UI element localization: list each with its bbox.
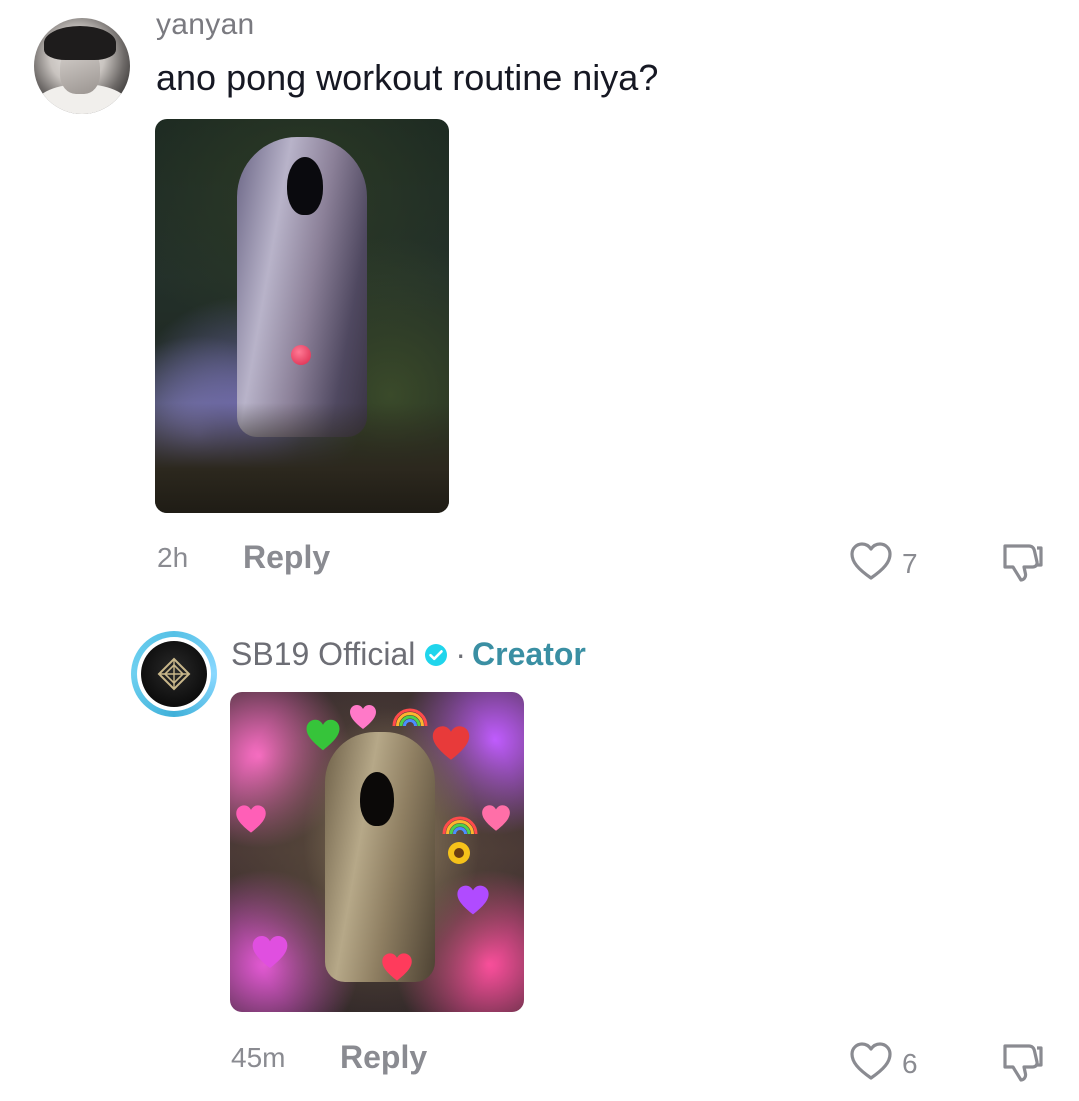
reply-image-attachment[interactable]	[230, 692, 524, 1012]
name-separator: ·	[455, 636, 467, 672]
comment-image-attachment[interactable]	[155, 119, 449, 513]
sunflower-icon	[448, 842, 470, 864]
thumbs-down-icon	[999, 544, 1047, 588]
sb19-logo-icon	[141, 641, 207, 707]
rainbow-icon	[442, 816, 478, 835]
verified-badge-icon	[423, 642, 449, 668]
purple-heart-icon	[457, 885, 489, 915]
reply-button[interactable]: Reply	[340, 1039, 427, 1076]
creator-avatar[interactable]	[131, 631, 217, 717]
creator-avatar-border	[137, 637, 211, 711]
like-button[interactable]: 6	[848, 1040, 918, 1087]
dislike-button[interactable]	[999, 540, 1047, 589]
pink-heart-icon	[350, 705, 376, 729]
comment-username[interactable]: yanyan	[156, 8, 255, 42]
comment-timestamp: 2h	[157, 542, 189, 573]
creator-username[interactable]: SB19 Official	[231, 636, 415, 673]
creator-badge: Creator	[472, 636, 586, 672]
magenta-heart-icon	[252, 936, 288, 968]
red-heart-icon	[432, 726, 470, 760]
pink-heart-icon	[236, 805, 266, 833]
heart-icon	[848, 1040, 894, 1087]
statue-figure	[325, 732, 435, 982]
like-count: 6	[902, 1047, 918, 1079]
avatar-hair	[44, 26, 116, 60]
thumbs-down-icon	[999, 1044, 1047, 1088]
like-count: 7	[902, 547, 918, 579]
statue-apple	[291, 345, 311, 365]
green-heart-icon	[306, 719, 340, 751]
user-avatar[interactable]	[34, 18, 130, 114]
dislike-button[interactable]	[999, 1040, 1047, 1089]
creator-name-line: SB19 Official · Creator	[231, 636, 586, 673]
like-button[interactable]: 7	[848, 540, 918, 587]
pink-heart-icon	[482, 805, 510, 831]
rainbow-icon	[392, 708, 428, 727]
heart-icon	[848, 540, 894, 587]
statue-ground	[155, 403, 449, 513]
statue-hood	[360, 772, 394, 826]
reply-button[interactable]: Reply	[243, 539, 330, 576]
red-heart-icon	[382, 953, 412, 981]
comment-text: ano pong workout routine niya?	[156, 57, 659, 98]
statue-hood	[287, 157, 323, 215]
reply-timestamp: 45m	[231, 1042, 286, 1073]
